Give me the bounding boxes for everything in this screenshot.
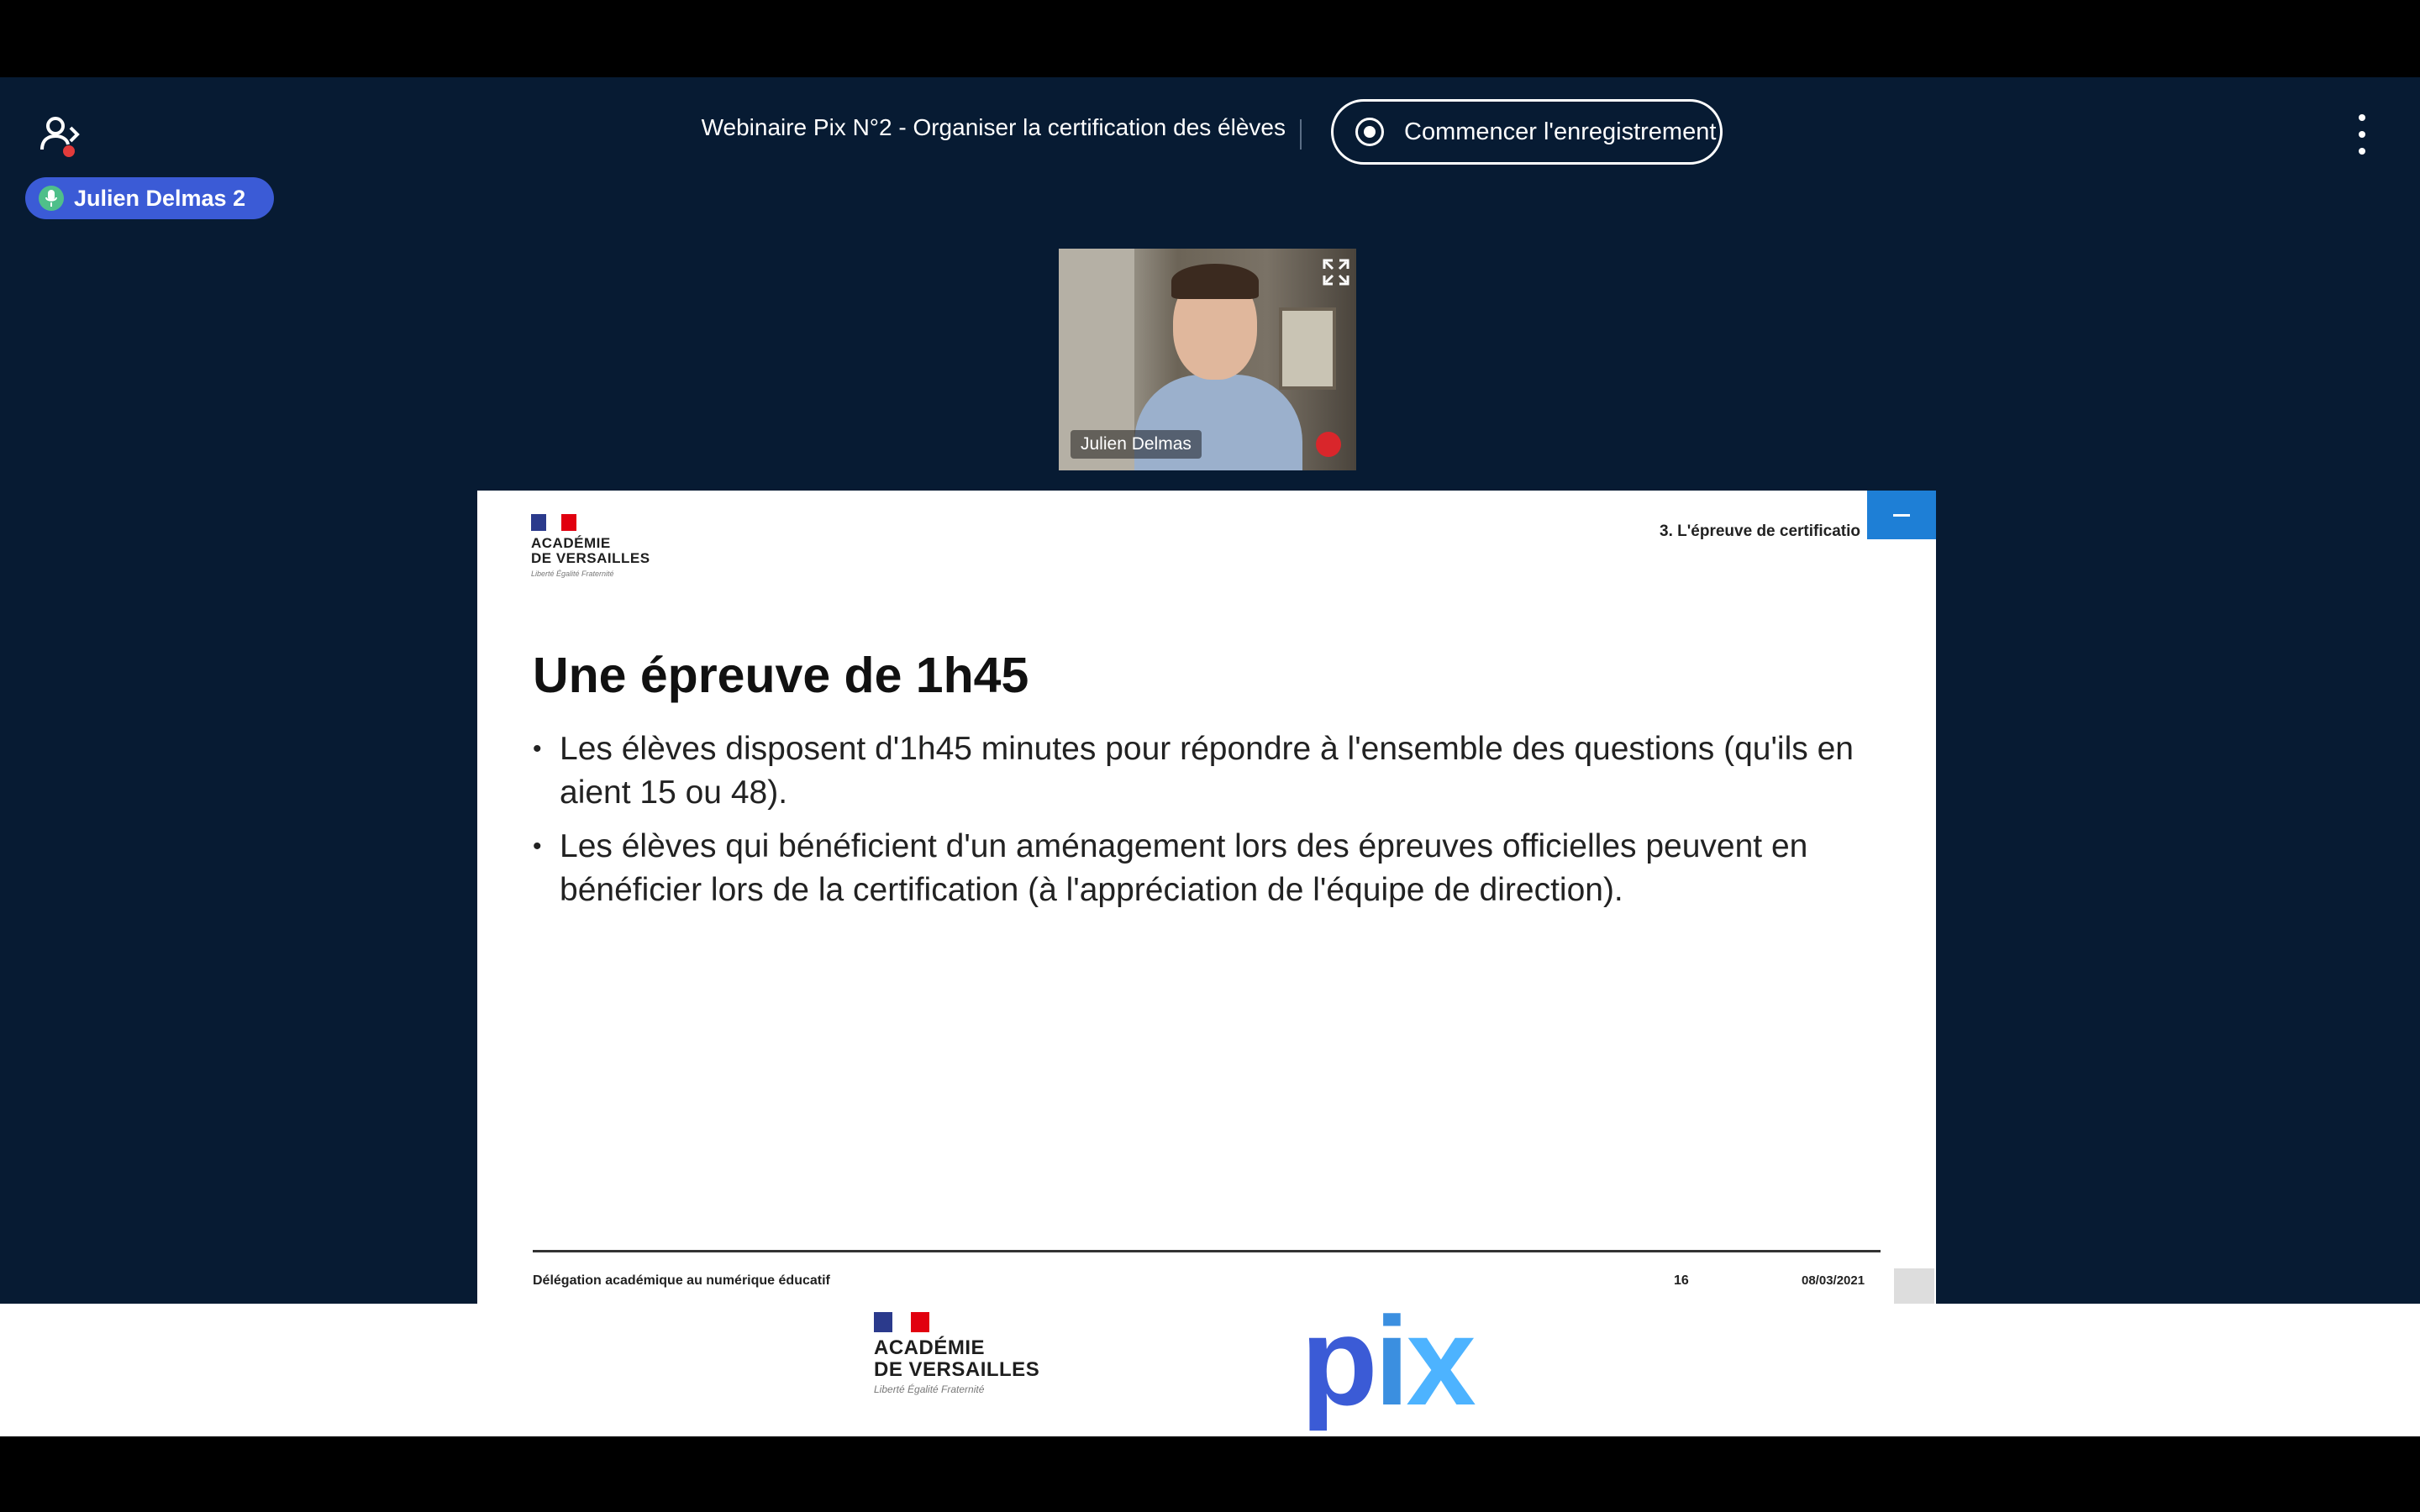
top-letterbox xyxy=(0,0,2420,77)
footer-organization: Délégation académique au numérique éduca… xyxy=(533,1273,830,1288)
bullet-item: Les élèves disposent d'1h45 minutes pour… xyxy=(533,727,1886,815)
muted-microphone-icon xyxy=(1316,432,1341,457)
meeting-title: Webinaire Pix N°2 - Organiser la certifi… xyxy=(701,114,1286,140)
french-flag-icon xyxy=(531,514,576,531)
french-flag-icon xyxy=(874,1312,929,1332)
slide-title: Une épreuve de 1h45 xyxy=(533,648,1029,703)
webcam-tile[interactable]: Julien Delmas xyxy=(1059,249,1356,470)
microphone-icon xyxy=(39,186,64,211)
academy-logo: ACADÉMIE DE VERSAILLES Liberté Égalité F… xyxy=(531,514,682,579)
expand-icon[interactable] xyxy=(1323,259,1349,286)
more-options-icon[interactable] xyxy=(2348,114,2376,155)
pix-logo-x: x xyxy=(1406,1290,1476,1431)
logo-line1: ACADÉMIE xyxy=(531,535,611,551)
start-recording-label: Commencer l'enregistrement xyxy=(1404,118,1717,145)
footer-page-number: 16 xyxy=(1674,1273,1689,1288)
bullet-item: Les élèves qui bénéficient d'un aménagem… xyxy=(533,825,1886,912)
webcam-person-hair xyxy=(1171,264,1259,299)
pix-logo-p: p xyxy=(1301,1290,1378,1431)
title-divider xyxy=(1300,119,1302,150)
brand-line2: DE VERSAILLES xyxy=(874,1358,1040,1381)
webcam-participant-name: Julien Delmas xyxy=(1071,430,1202,459)
bottom-letterbox xyxy=(0,1436,2420,1512)
start-recording-button[interactable]: Commencer l'enregistrement xyxy=(1331,99,1723,165)
slide-bullets: Les élèves disposent d'1h45 minutes pour… xyxy=(533,727,1886,922)
branding-strip xyxy=(0,1304,2420,1436)
active-speaker-name: Julien Delmas 2 xyxy=(74,185,246,211)
slide-section-label: 3. L'épreuve de certificatio xyxy=(1660,522,1860,540)
presentation-slide: ACADÉMIE DE VERSAILLES Liberté Égalité F… xyxy=(477,491,1936,1304)
logo-motto: Liberté Égalité Fraternité xyxy=(531,570,614,578)
webcam-background-frame xyxy=(1279,307,1336,390)
footer-date: 08/03/2021 xyxy=(1802,1273,1865,1288)
footer-divider xyxy=(533,1250,1881,1252)
record-icon xyxy=(1355,118,1384,146)
active-speaker-pill: Julien Delmas 2 xyxy=(25,177,274,219)
fullscreen-icon[interactable] xyxy=(1894,1268,1934,1304)
pix-logo: pix xyxy=(1301,1294,1476,1428)
pix-logo-i: i xyxy=(1374,1290,1410,1431)
logo-line2: DE VERSAILLES xyxy=(531,550,650,566)
brand-motto: Liberté Égalité Fraternité xyxy=(874,1383,985,1395)
user-list-icon[interactable] xyxy=(37,113,84,160)
brand-line1: ACADÉMIE xyxy=(874,1336,986,1359)
minimize-presentation-button[interactable] xyxy=(1867,491,1936,539)
academy-brand-logo: ACADÉMIE DE VERSAILLES Liberté Égalité F… xyxy=(874,1312,1059,1395)
